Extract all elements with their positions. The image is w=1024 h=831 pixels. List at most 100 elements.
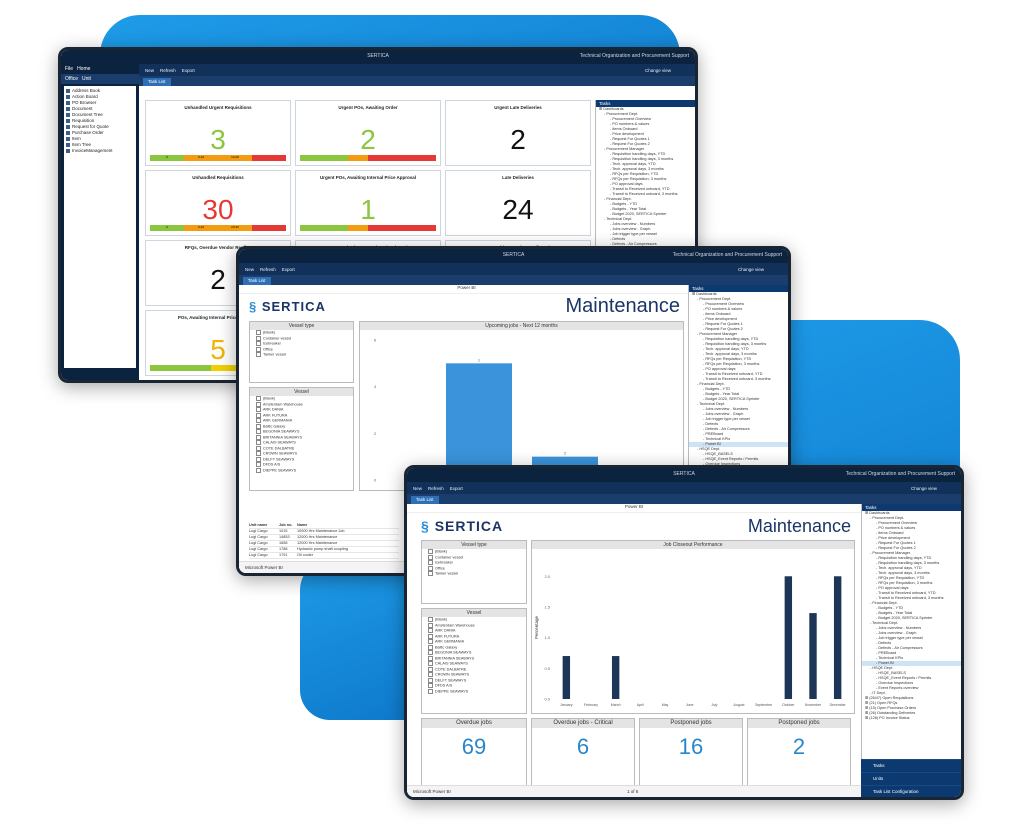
x-tick-label: January <box>560 703 573 707</box>
x-tick-label: August <box>734 703 745 707</box>
y-tick-label: 0 <box>374 478 377 483</box>
app-title: SERTICA <box>502 252 525 258</box>
nav-item[interactable]: InvoiceManagement <box>66 148 134 154</box>
kpi-value: 6 <box>576 734 590 759</box>
kpi-title: Overdue jobs <box>422 719 526 728</box>
kpi-card: Postponed jobs 2 <box>747 718 851 792</box>
dashboard-card[interactable]: Late Deliveries 24 <box>445 170 591 236</box>
refresh-button[interactable]: Refresh <box>428 486 444 491</box>
tasks-header: Tasks <box>862 504 961 511</box>
card-value: 1 <box>360 194 376 225</box>
sertica-logo: § SERTICA <box>249 299 326 314</box>
task-list-tab[interactable]: Task List <box>143 78 171 86</box>
page-indicator[interactable]: 1 of 6 <box>627 786 638 797</box>
y-tick-label: 0.0 <box>544 697 550 702</box>
table-cell: Lugi Cargo <box>249 529 268 533</box>
task-item[interactable]: ⊞ (128) PO Invoice Status <box>862 716 961 721</box>
card-threshold-bar <box>300 225 436 231</box>
file-tab[interactable]: File <box>65 66 73 72</box>
vessel-title: Vessel <box>250 388 353 396</box>
dashboard-card[interactable]: Urgent Late Deliveries 2 <box>445 100 591 166</box>
bar-segment <box>211 365 239 371</box>
new-button[interactable]: New <box>413 486 422 491</box>
dashboard-card[interactable]: Urgent POs, Awaiting Order 2 <box>295 100 441 166</box>
office-tab[interactable]: Office <box>65 76 78 82</box>
bar-segment <box>252 155 286 161</box>
y-tick-label: 2.0 <box>544 574 550 579</box>
vessel-option[interactable]: DIEPPE SEAWAYS <box>422 689 526 695</box>
tasks-header: Tasks <box>689 285 788 292</box>
new-button[interactable]: New <box>245 267 254 272</box>
kpi-value: 16 <box>678 734 704 759</box>
x-tick-label: May <box>662 703 669 707</box>
bar-segment <box>367 225 436 231</box>
bar <box>562 656 571 699</box>
vessel-type-option[interactable]: Tanker vessel <box>250 352 353 358</box>
toolbar: New Refresh Export Change view <box>139 64 695 76</box>
card-value: 3 <box>210 124 226 155</box>
tasks-list: ⊞ Dashboards - Procurement Dept. - Procure… <box>862 511 961 721</box>
org-name: Technical Organization and Procurement S… <box>579 53 689 59</box>
card-threshold-bar: 0 0-10 10-20 <box>150 155 286 161</box>
task-list-tab[interactable]: Task List <box>411 496 439 504</box>
unit-tab[interactable]: Unit <box>82 76 91 82</box>
x-tick-label: March <box>611 703 621 707</box>
bottom-nav-item[interactable]: Tasks <box>861 759 961 772</box>
card-title: Late Deliveries <box>502 175 534 180</box>
home-tab[interactable]: Home <box>77 66 90 72</box>
job-closeout-svg: 0.0 0.5 1.0 1.5 2.0 Percentage January February… <box>534 574 847 707</box>
new-button[interactable]: New <box>145 68 154 73</box>
table-cell: 10000 Hrs Maintenance Job <box>297 529 345 533</box>
vessel-option[interactable]: DIEPPE SEAWAYS <box>250 468 353 474</box>
footer-label: Microsoft Power BI <box>413 789 451 794</box>
report-title: Maintenance <box>747 516 851 536</box>
refresh-button[interactable]: Refresh <box>160 68 176 73</box>
vessel-filter: Vessel (Blank) Amsterdam Warehouse ARK DAN… <box>421 608 527 714</box>
export-button[interactable]: Export <box>282 267 295 272</box>
task-list-tab[interactable]: Task List <box>243 277 271 285</box>
x-tick-label: November <box>805 703 822 707</box>
table-body: Lugi Cargo 1015 10000 Hrs Maintenance Job L… <box>249 529 399 559</box>
y-tick-label: 0.5 <box>544 666 550 671</box>
x-tick-label: October <box>782 703 795 707</box>
dashboard-card[interactable]: Unhandled Requisitions 30 0 0-20 20-30 <box>145 170 291 236</box>
change-view-button[interactable]: Change view <box>645 68 671 73</box>
change-view-button[interactable]: Change view <box>911 486 937 491</box>
sertica-logo: § SERTICA <box>421 518 503 534</box>
tasks-panel: Tasks ⊞ Dashboards - Procurement Dept. - P… <box>861 504 961 759</box>
change-view-button[interactable]: Change view <box>738 267 764 272</box>
kpi-title: Postponed jobs <box>640 719 742 728</box>
table-cell: Oil cooler <box>297 553 314 557</box>
x-tick-label: June <box>686 703 694 707</box>
y-tick-label: 4 <box>374 384 377 389</box>
vessel-type-option[interactable]: Tanker vessel <box>422 571 526 577</box>
card-value: 2 <box>360 124 376 155</box>
card-title: Unhandled Requisitions <box>192 175 244 180</box>
table-cell: 1015 <box>279 529 288 533</box>
report-title: Maintenance <box>565 295 680 317</box>
bottom-nav-item[interactable]: Units <box>861 772 961 785</box>
dashboard-card[interactable]: Unhandled Urgent Requisitions 3 0 0-10 10-20 <box>145 100 291 166</box>
vessel-list: (Blank) Amsterdam Warehouse ARK DANIA ARK F… <box>250 396 353 473</box>
bar-segment: 0 <box>150 225 184 231</box>
table-row[interactable]: Lugi Cargo 1791 Oil cooler <box>249 553 399 559</box>
vessel-type-list: (Blank) Container vessel Icebreaker Office T… <box>250 330 353 358</box>
export-button[interactable]: Export <box>182 68 195 73</box>
y-tick-label: 2 <box>374 431 377 436</box>
chart-title: Job Closeout Performance <box>532 541 854 549</box>
x-tick-label: July <box>711 703 717 707</box>
bottom-nav-item[interactable]: Task List Configuration <box>861 785 961 797</box>
table-cell: 14853 <box>279 535 290 539</box>
export-button[interactable]: Export <box>450 486 463 491</box>
y-tick-label: 1.0 <box>544 635 550 640</box>
x-tick-label: February <box>584 703 598 707</box>
logo-mark-icon: § <box>421 518 435 534</box>
bar-segment <box>367 155 436 161</box>
card-title: Urgent Late Deliveries <box>494 105 542 110</box>
bar <box>784 576 793 699</box>
dashboard-card[interactable]: Urgent POs, Awaiting Internal Price Appr… <box>295 170 441 236</box>
refresh-button[interactable]: Refresh <box>260 267 276 272</box>
logo-text: SERTICA <box>261 299 326 314</box>
x-tick-label: December <box>830 703 847 707</box>
kpi-card: Overdue jobs 69 <box>421 718 527 792</box>
